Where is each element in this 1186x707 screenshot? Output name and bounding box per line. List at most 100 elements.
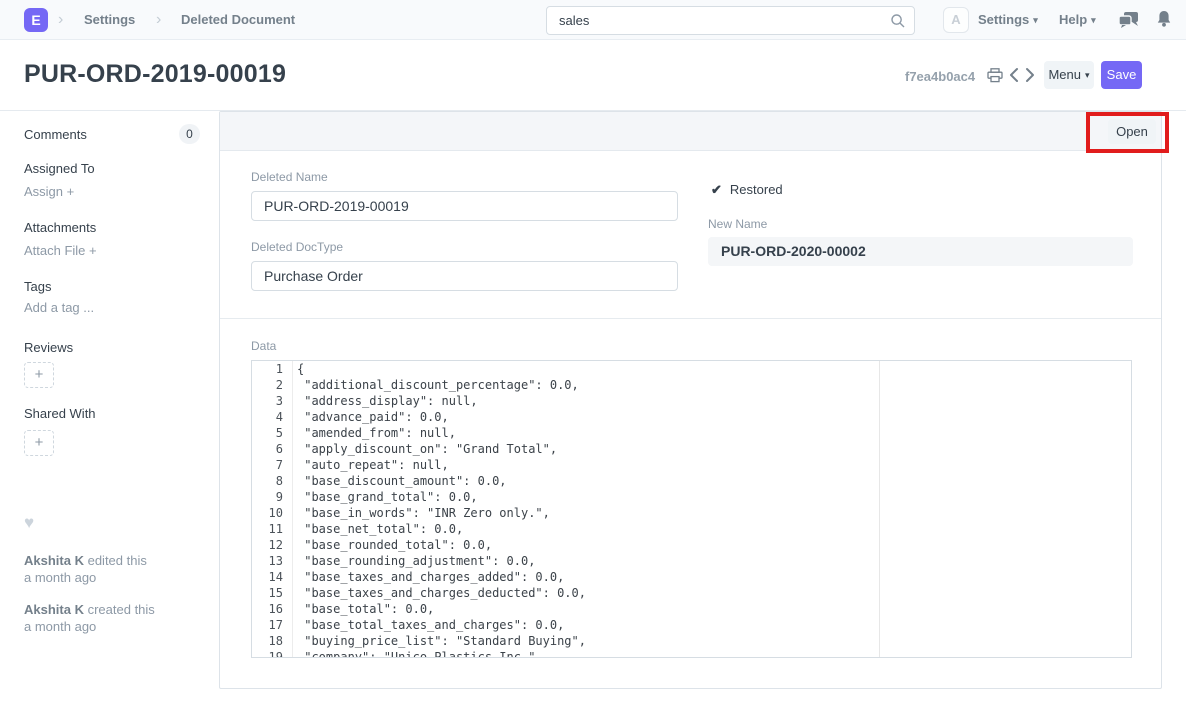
chevron-down-icon: ▾ — [1085, 61, 1090, 89]
global-search — [546, 6, 915, 35]
assign-link[interactable]: Assign + — [24, 184, 74, 199]
add-tag-link[interactable]: Add a tag ... — [24, 300, 94, 315]
help-menu-label: Help — [1059, 12, 1087, 27]
code-line[interactable]: 11 "base_net_total": 0.0, — [252, 521, 1131, 537]
code-line[interactable]: 18 "buying_price_list": "Standard Buying… — [252, 633, 1131, 649]
deleted-name-label: Deleted Name — [251, 170, 328, 184]
line-number: 3 — [252, 393, 293, 409]
doc-hash: f7ea4b0ac4 — [905, 69, 975, 84]
code-line[interactable]: 12 "base_rounded_total": 0.0, — [252, 537, 1131, 553]
deleted-name-input[interactable] — [251, 191, 678, 221]
data-label: Data — [251, 339, 276, 353]
line-number: 2 — [252, 377, 293, 393]
code-line[interactable]: 14 "base_taxes_and_charges_added": 0.0, — [252, 569, 1131, 585]
form-card: Open Deleted Name Deleted DocType ✔ Resto… — [219, 111, 1162, 689]
comments-row[interactable]: Comments 0 — [24, 124, 200, 144]
code-line[interactable]: 16 "base_total": 0.0, — [252, 601, 1131, 617]
line-number: 16 — [252, 601, 293, 617]
like-heart-icon[interactable]: ♥ — [24, 513, 34, 533]
print-icon[interactable] — [987, 68, 1003, 83]
check-icon: ✔ — [711, 182, 722, 197]
activity-action: edited this — [88, 553, 147, 568]
next-doc-icon[interactable] — [1025, 67, 1035, 83]
code-line[interactable]: 3 "address_display": null, — [252, 393, 1131, 409]
code-line[interactable]: 1 { — [252, 361, 1131, 377]
line-number: 17 — [252, 617, 293, 633]
line-number: 13 — [252, 553, 293, 569]
line-content: "auto_repeat": null, — [293, 457, 449, 473]
code-line[interactable]: 6 "apply_discount_on": "Grand Total", — [252, 441, 1131, 457]
comments-label: Comments — [24, 127, 87, 142]
line-number: 1 — [252, 361, 293, 377]
breadcrumb-settings[interactable]: Settings — [84, 12, 135, 27]
open-button[interactable]: Open — [1108, 119, 1156, 144]
save-button[interactable]: Save — [1101, 61, 1142, 89]
line-content: { — [293, 361, 304, 377]
deleted-doctype-input[interactable] — [251, 261, 678, 291]
settings-menu[interactable]: Settings▾ — [978, 12, 1038, 27]
code-line[interactable]: 7 "auto_repeat": null, — [252, 457, 1131, 473]
line-content: "base_in_words": "INR Zero only.", — [293, 505, 550, 521]
line-number: 14 — [252, 569, 293, 585]
app-logo[interactable]: E — [24, 8, 48, 32]
line-content: "buying_price_list": "Standard Buying", — [293, 633, 586, 649]
user-avatar[interactable]: A — [943, 7, 969, 33]
line-content: "base_total_taxes_and_charges": 0.0, — [293, 617, 564, 633]
line-content: "base_discount_amount": 0.0, — [293, 473, 507, 489]
line-content: "company": "Unico Plastics Inc.", — [293, 649, 543, 658]
restored-checkbox[interactable]: ✔ Restored — [711, 182, 783, 198]
code-line[interactable]: 19 "company": "Unico Plastics Inc.", — [252, 649, 1131, 658]
code-line[interactable]: 10 "base_in_words": "INR Zero only.", — [252, 505, 1131, 521]
activity-user: Akshita K — [24, 602, 84, 617]
line-number: 9 — [252, 489, 293, 505]
activity-entry: Akshita K edited this a month ago — [24, 552, 200, 586]
line-content: "base_total": 0.0, — [293, 601, 434, 617]
activity-when: a month ago — [24, 619, 96, 634]
code-line[interactable]: 2 "additional_discount_percentage": 0.0, — [252, 377, 1131, 393]
comments-count-badge: 0 — [179, 124, 200, 144]
page: E › Settings › Deleted Document A Settin… — [0, 0, 1186, 707]
new-name-label: New Name — [708, 217, 767, 231]
chat-icon[interactable] — [1118, 11, 1140, 29]
search-icon[interactable] — [890, 13, 906, 29]
line-content: "apply_discount_on": "Grand Total", — [293, 441, 557, 457]
code-line[interactable]: 5 "amended_from": null, — [252, 425, 1131, 441]
code-line[interactable]: 13 "base_rounding_adjustment": 0.0, — [252, 553, 1131, 569]
search-input[interactable] — [547, 7, 914, 34]
tags-heading: Tags — [24, 279, 51, 294]
line-number: 15 — [252, 585, 293, 601]
activity-user: Akshita K — [24, 553, 84, 568]
data-code-editor[interactable]: 1 { 2 "additional_discount_percentage": … — [251, 360, 1132, 658]
line-content: "base_net_total": 0.0, — [293, 521, 463, 537]
line-content: "base_rounding_adjustment": 0.0, — [293, 553, 535, 569]
add-share-button[interactable]: + — [24, 430, 54, 456]
reviews-heading: Reviews — [24, 340, 73, 355]
add-review-button[interactable]: + — [24, 362, 54, 388]
line-content: "base_rounded_total": 0.0, — [293, 537, 492, 553]
activity-entry: Akshita K created this a month ago — [24, 601, 200, 635]
line-number: 4 — [252, 409, 293, 425]
help-menu[interactable]: Help▾ — [1059, 12, 1096, 27]
menu-button-label: Menu — [1048, 67, 1081, 82]
line-number: 18 — [252, 633, 293, 649]
code-line[interactable]: 17 "base_total_taxes_and_charges": 0.0, — [252, 617, 1131, 633]
menu-button[interactable]: Menu ▾ — [1044, 61, 1094, 89]
line-number: 8 — [252, 473, 293, 489]
breadcrumb-chevron-icon: › — [156, 9, 161, 31]
restored-label: Restored — [730, 182, 783, 197]
prev-doc-icon[interactable] — [1009, 67, 1019, 83]
chevron-down-icon: ▾ — [1033, 15, 1038, 26]
code-line[interactable]: 9 "base_grand_total": 0.0, — [252, 489, 1131, 505]
line-content: "amended_from": null, — [293, 425, 456, 441]
attach-file-link[interactable]: Attach File + — [24, 243, 97, 258]
code-line[interactable]: 8 "base_discount_amount": 0.0, — [252, 473, 1131, 489]
line-content: "advance_paid": 0.0, — [293, 409, 449, 425]
page-title: PUR-ORD-2019-00019 — [24, 60, 286, 89]
deleted-doctype-label: Deleted DocType — [251, 240, 343, 254]
breadcrumb-deleted-document[interactable]: Deleted Document — [181, 12, 295, 27]
bell-icon[interactable] — [1156, 10, 1172, 28]
line-number: 10 — [252, 505, 293, 521]
code-line[interactable]: 4 "advance_paid": 0.0, — [252, 409, 1131, 425]
line-number: 6 — [252, 441, 293, 457]
code-line[interactable]: 15 "base_taxes_and_charges_deducted": 0.… — [252, 585, 1131, 601]
